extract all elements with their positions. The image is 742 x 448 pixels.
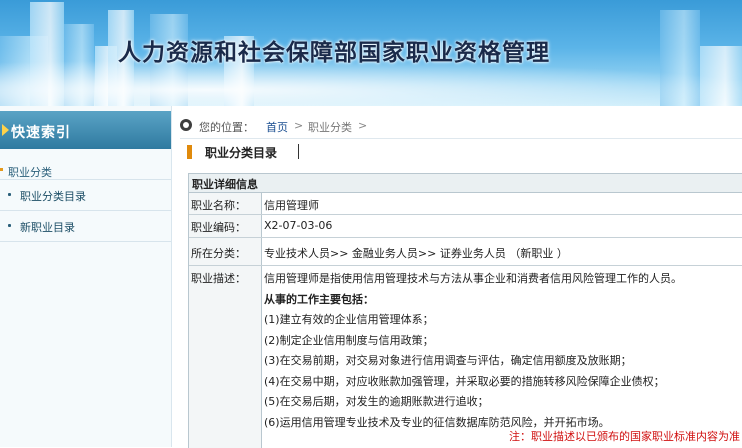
occupation-category-path: 专业技术人员>> 金融业务人员>> 证券业务人员 （新职业 ） bbox=[264, 247, 568, 260]
site-title: 人力资源和社会保障部国家职业资格管理 bbox=[118, 40, 550, 66]
arrow-right-icon bbox=[2, 124, 9, 136]
task-item: (1)建立有效的企业信用管理体系； bbox=[264, 313, 434, 326]
sidebar-category[interactable]: 职业分类 bbox=[0, 163, 171, 179]
table-row: 职业编码： X2-07-03-06 bbox=[189, 215, 742, 238]
sidebar-heading: 快速索引 bbox=[11, 125, 71, 141]
location-icon bbox=[180, 119, 192, 131]
breadcrumb-separator: > bbox=[358, 119, 368, 132]
field-label: 职业编码： bbox=[191, 221, 246, 234]
field-label: 职业名称： bbox=[191, 199, 246, 212]
footnote: 注：职业描述以已颁布的国家职业标准内容为准 bbox=[509, 430, 740, 443]
description-intro: 信用管理师是指使用信用管理技术与方法从事企业和消费者信用风险管理工作的人员。 bbox=[264, 272, 682, 285]
sidebar-item-label: 新职业目录 bbox=[20, 221, 75, 234]
breadcrumb-home-link[interactable]: 首页 bbox=[266, 119, 288, 135]
divider bbox=[180, 138, 742, 139]
table-row: 所在分类： 专业技术人员>> 金融业务人员>> 证券业务人员 （新职业 ） bbox=[189, 238, 742, 266]
divider bbox=[0, 210, 171, 211]
occupation-code: X2-07-03-06 bbox=[264, 219, 333, 232]
breadcrumb-current[interactable]: 职业分类 bbox=[308, 119, 352, 135]
divider bbox=[0, 241, 171, 242]
table-row: 职业名称： 信用管理师 bbox=[189, 193, 742, 215]
sidebar-header: 快速索引 bbox=[0, 111, 171, 149]
bullet-icon bbox=[0, 168, 3, 171]
task-item: (2)制定企业信用制度与信用政策； bbox=[264, 334, 434, 347]
divider bbox=[298, 144, 299, 159]
table-row: 职业描述： 信用管理师是指使用信用管理技术与方法从事企业和消费者信用风险管理工作… bbox=[189, 266, 742, 448]
sidebar-item-occupation-catalog[interactable]: 职业分类目录 bbox=[0, 187, 171, 205]
sidebar: 快速索引 职业分类 职业分类目录 新职业目录 bbox=[0, 106, 172, 447]
breadcrumb: 您的位置： 首页 > 职业分类 > bbox=[180, 117, 742, 137]
sidebar-category-label: 职业分类 bbox=[8, 166, 52, 179]
bullet-icon bbox=[8, 193, 11, 196]
sidebar-item-label: 职业分类目录 bbox=[20, 190, 86, 203]
section-title: 职业分类目录 bbox=[205, 146, 278, 160]
breadcrumb-separator: > bbox=[294, 119, 304, 132]
task-item: (4)在交易中期，对应收账款加强管理，并采取必要的措施转移风险保障企业债权； bbox=[264, 375, 665, 388]
task-item: (5)在交易后期，对发生的逾期账款进行追收； bbox=[264, 395, 489, 408]
occupation-name: 信用管理师 bbox=[264, 199, 319, 212]
bullet-icon bbox=[8, 224, 11, 227]
section-header: 职业分类目录 bbox=[180, 143, 742, 161]
sidebar-item-new-occupations[interactable]: 新职业目录 bbox=[0, 218, 171, 236]
tasks-title: 从事的工作主要包括： bbox=[264, 293, 374, 306]
table-title: 职业详细信息 bbox=[192, 178, 258, 191]
breadcrumb-label: 您的位置： bbox=[199, 121, 254, 134]
task-item: (3)在交易前期，对交易对象进行信用调查与评估，确定信用额度及放账期； bbox=[264, 354, 632, 367]
field-label: 所在分类： bbox=[191, 247, 246, 260]
occupation-detail-table: 职业详细信息 职业名称： 信用管理师 职业编码： X2-07-03-06 所在分… bbox=[188, 173, 742, 448]
section-marker-icon bbox=[187, 145, 192, 159]
divider bbox=[0, 179, 171, 180]
field-label: 职业描述： bbox=[191, 272, 246, 285]
table-header: 职业详细信息 bbox=[189, 174, 742, 193]
site-banner: 人力资源和社会保障部国家职业资格管理 bbox=[0, 0, 742, 106]
